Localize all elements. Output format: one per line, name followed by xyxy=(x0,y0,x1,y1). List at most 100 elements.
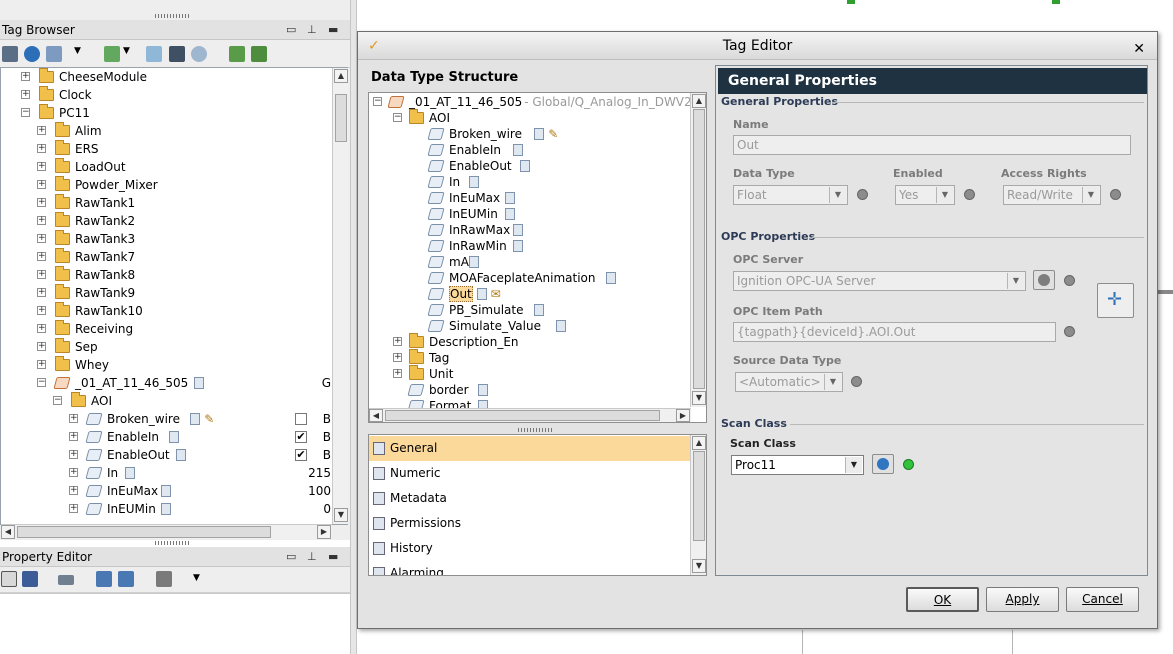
filter-icon[interactable] xyxy=(156,571,172,587)
category-metadata[interactable]: Metadata xyxy=(369,486,691,511)
chevron-down-icon[interactable]: ▼ xyxy=(1082,187,1099,203)
tag-tree-row[interactable]: + Powder_Mixer xyxy=(1,176,331,194)
enabled-binding-indicator[interactable] xyxy=(964,189,975,200)
tag-tree-row[interactable]: + EnableIn ✔ B xyxy=(1,428,331,446)
opc-browser-button[interactable]: ✛ xyxy=(1097,283,1134,318)
hscroll-thumb[interactable] xyxy=(17,526,271,538)
structure-vertical-scrollbar[interactable]: ▲ ▼ xyxy=(690,93,706,407)
scroll-up-icon[interactable]: ▲ xyxy=(692,94,706,108)
tag-tree-row[interactable]: − AOI xyxy=(1,392,331,410)
binding-icon[interactable] xyxy=(58,575,74,585)
categorized-view-icon[interactable] xyxy=(1,571,17,587)
expand-icon[interactable]: + xyxy=(69,504,78,513)
expand-icon[interactable]: + xyxy=(37,234,46,243)
tag-tree-row[interactable]: + Whey xyxy=(1,356,331,374)
timer-icon[interactable] xyxy=(191,46,207,62)
float-window-icon[interactable]: ▭ xyxy=(286,20,296,40)
expand-icon[interactable]: + xyxy=(37,324,46,333)
tag-tree-row[interactable]: + Clock xyxy=(1,86,331,104)
scroll-thumb[interactable] xyxy=(693,451,705,541)
tag-tree-horizontal-scrollbar[interactable]: ◀ ▶ xyxy=(1,524,332,539)
panel-drag-grip[interactable] xyxy=(155,14,191,18)
tag-tree-row[interactable]: + RawTank9 xyxy=(1,284,331,302)
data-type-binding-indicator[interactable] xyxy=(857,189,868,200)
structure-tree-row[interactable]: PB_Simulate xyxy=(369,302,689,318)
close-icon[interactable]: ✕ xyxy=(1133,35,1145,63)
cancel-button[interactable]: Cancel xyxy=(1066,587,1139,612)
tag-tree-row[interactable]: + RawTank8 xyxy=(1,266,331,284)
data-type-select[interactable]: Float ▼ xyxy=(733,185,848,205)
chevron-down-icon[interactable]: ▼ xyxy=(1007,273,1024,289)
structure-tree-row[interactable]: EnableIn xyxy=(369,142,689,158)
table-view-icon[interactable] xyxy=(46,46,62,62)
category-alarming[interactable]: Alarming xyxy=(369,561,691,575)
tag-tree-row[interactable]: + CheeseModule xyxy=(1,68,331,86)
tag-tree-row[interactable]: + Alim xyxy=(1,122,331,140)
edit-tag-icon[interactable] xyxy=(146,46,162,62)
tag-tree-row[interactable]: + EnableOut ✔ B xyxy=(1,446,331,464)
structure-tree-row[interactable]: EnableOut xyxy=(369,158,689,174)
hscroll-thumb[interactable] xyxy=(385,410,660,421)
tag-tree-row[interactable]: − PC11 xyxy=(1,104,331,122)
dialog-title-bar[interactable]: ✓ Tag Editor ✕ xyxy=(358,32,1157,60)
binoculars-icon[interactable] xyxy=(2,46,18,62)
expand-icon[interactable]: + xyxy=(393,369,402,378)
expand-icon[interactable]: + xyxy=(69,450,78,459)
tag-tree-vertical-scrollbar[interactable]: ▲ ▼ xyxy=(332,68,348,524)
view-dropdown-icon[interactable]: ▼ xyxy=(74,46,81,56)
scroll-left-icon[interactable]: ◀ xyxy=(369,409,383,422)
expand-icon[interactable]: + xyxy=(37,288,46,297)
category-history[interactable]: History xyxy=(369,536,691,561)
opc-server-select[interactable]: Ignition OPC-UA Server ▼ xyxy=(733,271,1026,291)
structure-tree-row[interactable]: Simulate_Value xyxy=(369,318,689,334)
minimize-icon[interactable]: ▬ xyxy=(328,547,338,567)
scroll-up-icon[interactable]: ▲ xyxy=(334,69,348,83)
category-general[interactable]: General xyxy=(369,436,691,461)
tag-tree-row[interactable]: + RawTank10 xyxy=(1,302,331,320)
tag-tree-row[interactable]: + Receiving xyxy=(1,320,331,338)
scroll-right-icon[interactable]: ▶ xyxy=(676,409,690,422)
structure-tree-row[interactable]: InEuMax xyxy=(369,190,689,206)
access-rights-select[interactable]: Read/Write ▼ xyxy=(1003,185,1101,205)
expand-icon[interactable]: + xyxy=(69,468,78,477)
expand-icon[interactable]: + xyxy=(21,72,30,81)
property-category-list[interactable]: General Numeric Metadata Permissions History… xyxy=(368,434,707,576)
opc-path-binding-indicator[interactable] xyxy=(1064,326,1075,337)
category-permissions[interactable]: Permissions xyxy=(369,511,691,536)
expand-icon[interactable]: + xyxy=(37,198,46,207)
tag-tree-row[interactable]: + RawTank3 xyxy=(1,230,331,248)
edit-scan-class-button[interactable] xyxy=(872,454,894,474)
name-field[interactable]: Out xyxy=(733,135,1131,155)
export-tags-icon[interactable] xyxy=(251,46,267,62)
expand-icon[interactable]: + xyxy=(69,486,78,495)
collapse-icon[interactable]: − xyxy=(373,97,382,106)
expand-icon[interactable]: + xyxy=(21,90,30,99)
chevron-down-icon[interactable]: ▼ xyxy=(936,187,953,203)
tag-value-checkbox[interactable]: ✔ xyxy=(295,431,307,443)
structure-tree-row[interactable]: InRawMax xyxy=(369,222,689,238)
float-window-icon[interactable]: ▭ xyxy=(286,547,296,567)
tag-tree-row[interactable]: − _01_AT_11_46_505 G xyxy=(1,374,331,392)
pin-icon[interactable]: ⊥ xyxy=(307,547,317,567)
scroll-thumb[interactable] xyxy=(693,109,705,389)
enabled-select[interactable]: Yes ▼ xyxy=(895,185,955,205)
expand-icon[interactable]: + xyxy=(393,337,402,346)
tag-value-checkbox[interactable]: ✔ xyxy=(295,449,307,461)
tag-tree-row[interactable]: + Broken_wire ✎ B xyxy=(1,410,331,428)
opc-browser-icon[interactable] xyxy=(169,46,185,62)
structure-horizontal-scrollbar[interactable]: ◀ ▶ xyxy=(369,408,691,422)
chevron-down-icon[interactable]: ▼ xyxy=(845,457,862,473)
structure-tree-row[interactable]: Out ✉ xyxy=(369,286,689,302)
tag-tree-row[interactable]: + Sep xyxy=(1,338,331,356)
splitter-grip[interactable] xyxy=(518,428,554,432)
structure-tree-row[interactable]: MOAFaceplateAnimation xyxy=(369,270,689,286)
collapse-icon[interactable]: − xyxy=(37,378,46,387)
expand-icon[interactable]: + xyxy=(37,342,46,351)
structure-tree-row[interactable]: InRawMin xyxy=(369,238,689,254)
structure-tree-row[interactable]: In xyxy=(369,174,689,190)
category-numeric[interactable]: Numeric xyxy=(369,461,691,486)
structure-tree-row[interactable]: + Description_En xyxy=(369,333,689,350)
structure-tree-row[interactable]: + Unit xyxy=(369,365,689,382)
expand-icon[interactable]: + xyxy=(37,360,46,369)
sort-az-icon[interactable] xyxy=(22,571,38,587)
